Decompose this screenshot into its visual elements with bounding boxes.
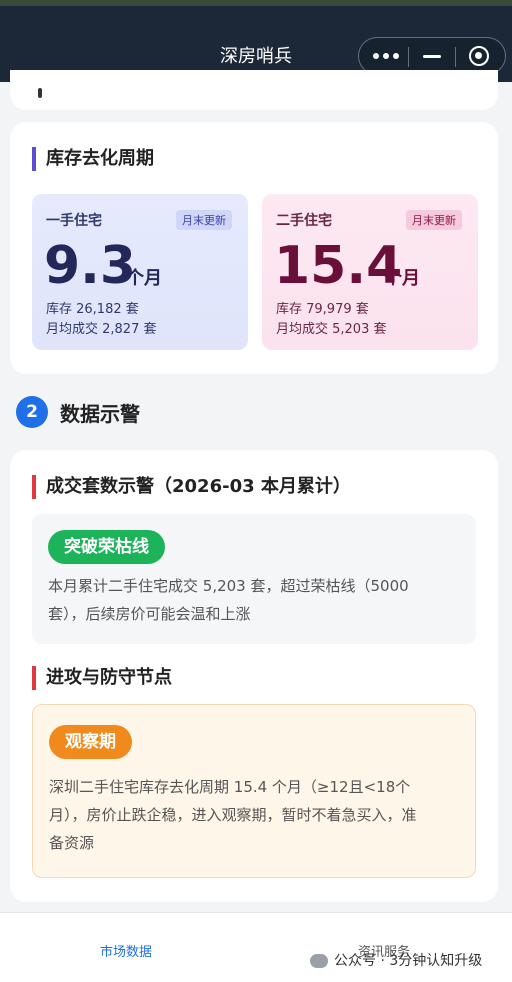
tab-market-data[interactable]: 市场数据: [100, 941, 152, 960]
watermark-text: 公众号 · 3分钟认知升级: [334, 953, 483, 969]
second-home-monthly-deals: 月均成交 5,203 套: [276, 322, 387, 337]
new-home-stat-card[interactable]: 一手住宅 月末更新 9.3 个月 库存 26,182 套 月均成交 2,827 …: [32, 194, 248, 350]
previous-card: [10, 70, 498, 110]
inventory-section-title: 库存去化周期: [32, 147, 154, 171]
deal-alert-panel: 突破荣枯线 本月累计二手住宅成交 5,203 套，超过荣枯线（5000 套），后…: [32, 514, 476, 644]
second-home-cycle-unit: 个月: [384, 268, 420, 289]
minimize-icon[interactable]: [423, 55, 441, 58]
nodes-panel: 观察期 深圳二手住宅库存去化周期 15.4 个月（≥12且<18个 月），房价止…: [32, 704, 476, 878]
nodes-section-title: 进攻与防守节点: [32, 666, 172, 690]
new-home-cycle-unit: 个月: [126, 268, 162, 289]
deal-alert-text-line2: 套），后续房价可能会温和上涨: [48, 605, 251, 623]
observation-pill: 观察期: [49, 725, 132, 759]
capsule-divider: [408, 47, 409, 67]
second-home-stat-card[interactable]: 二手住宅 月末更新 15.4 个月 库存 79,979 套 月均成交 5,203…: [262, 194, 478, 350]
watermark: 公众号 · 3分钟认知升级: [310, 950, 482, 970]
deal-alert-text-line1: 本月累计二手住宅成交 5,203 套，超过荣枯线（5000: [48, 577, 409, 595]
close-target-icon[interactable]: [469, 46, 489, 66]
new-home-monthly-deals: 月均成交 2,827 套: [46, 322, 157, 337]
step-number-badge: 2: [16, 396, 48, 428]
new-home-label: 一手住宅: [46, 213, 102, 229]
nodes-text-line1: 深圳二手住宅库存去化周期 15.4 个月（≥12且<18个: [49, 778, 411, 796]
new-home-update-badge: 月末更新: [176, 210, 232, 230]
nodes-text-line3: 备资源: [49, 834, 95, 852]
new-home-stock: 库存 26,182 套: [46, 302, 139, 317]
wechat-icon: [310, 954, 328, 968]
alerts-card: 成交套数示警（2026-03 本月累计） 突破荣枯线 本月累计二手住宅成交 5,…: [10, 450, 498, 902]
new-home-cycle-value: 9.3: [44, 236, 137, 296]
capsule-divider: [455, 47, 456, 67]
breakthrough-pill: 突破荣枯线: [48, 530, 165, 564]
second-home-label: 二手住宅: [276, 213, 332, 229]
status-strip: [0, 0, 512, 6]
nodes-text-line2: 月），房价止跌企稳，进入观察期，暂时不着急买入，准: [49, 806, 417, 824]
deal-alert-title: 成交套数示警（2026-03 本月累计）: [32, 475, 351, 499]
bottom-tab-bar: 市场数据 资讯服务: [0, 912, 512, 982]
second-home-stock: 库存 79,979 套: [276, 302, 369, 317]
previous-card-marker: [38, 88, 42, 98]
step-title: 数据示警: [60, 402, 140, 426]
second-home-update-badge: 月末更新: [406, 210, 462, 230]
more-icon[interactable]: [373, 50, 399, 62]
